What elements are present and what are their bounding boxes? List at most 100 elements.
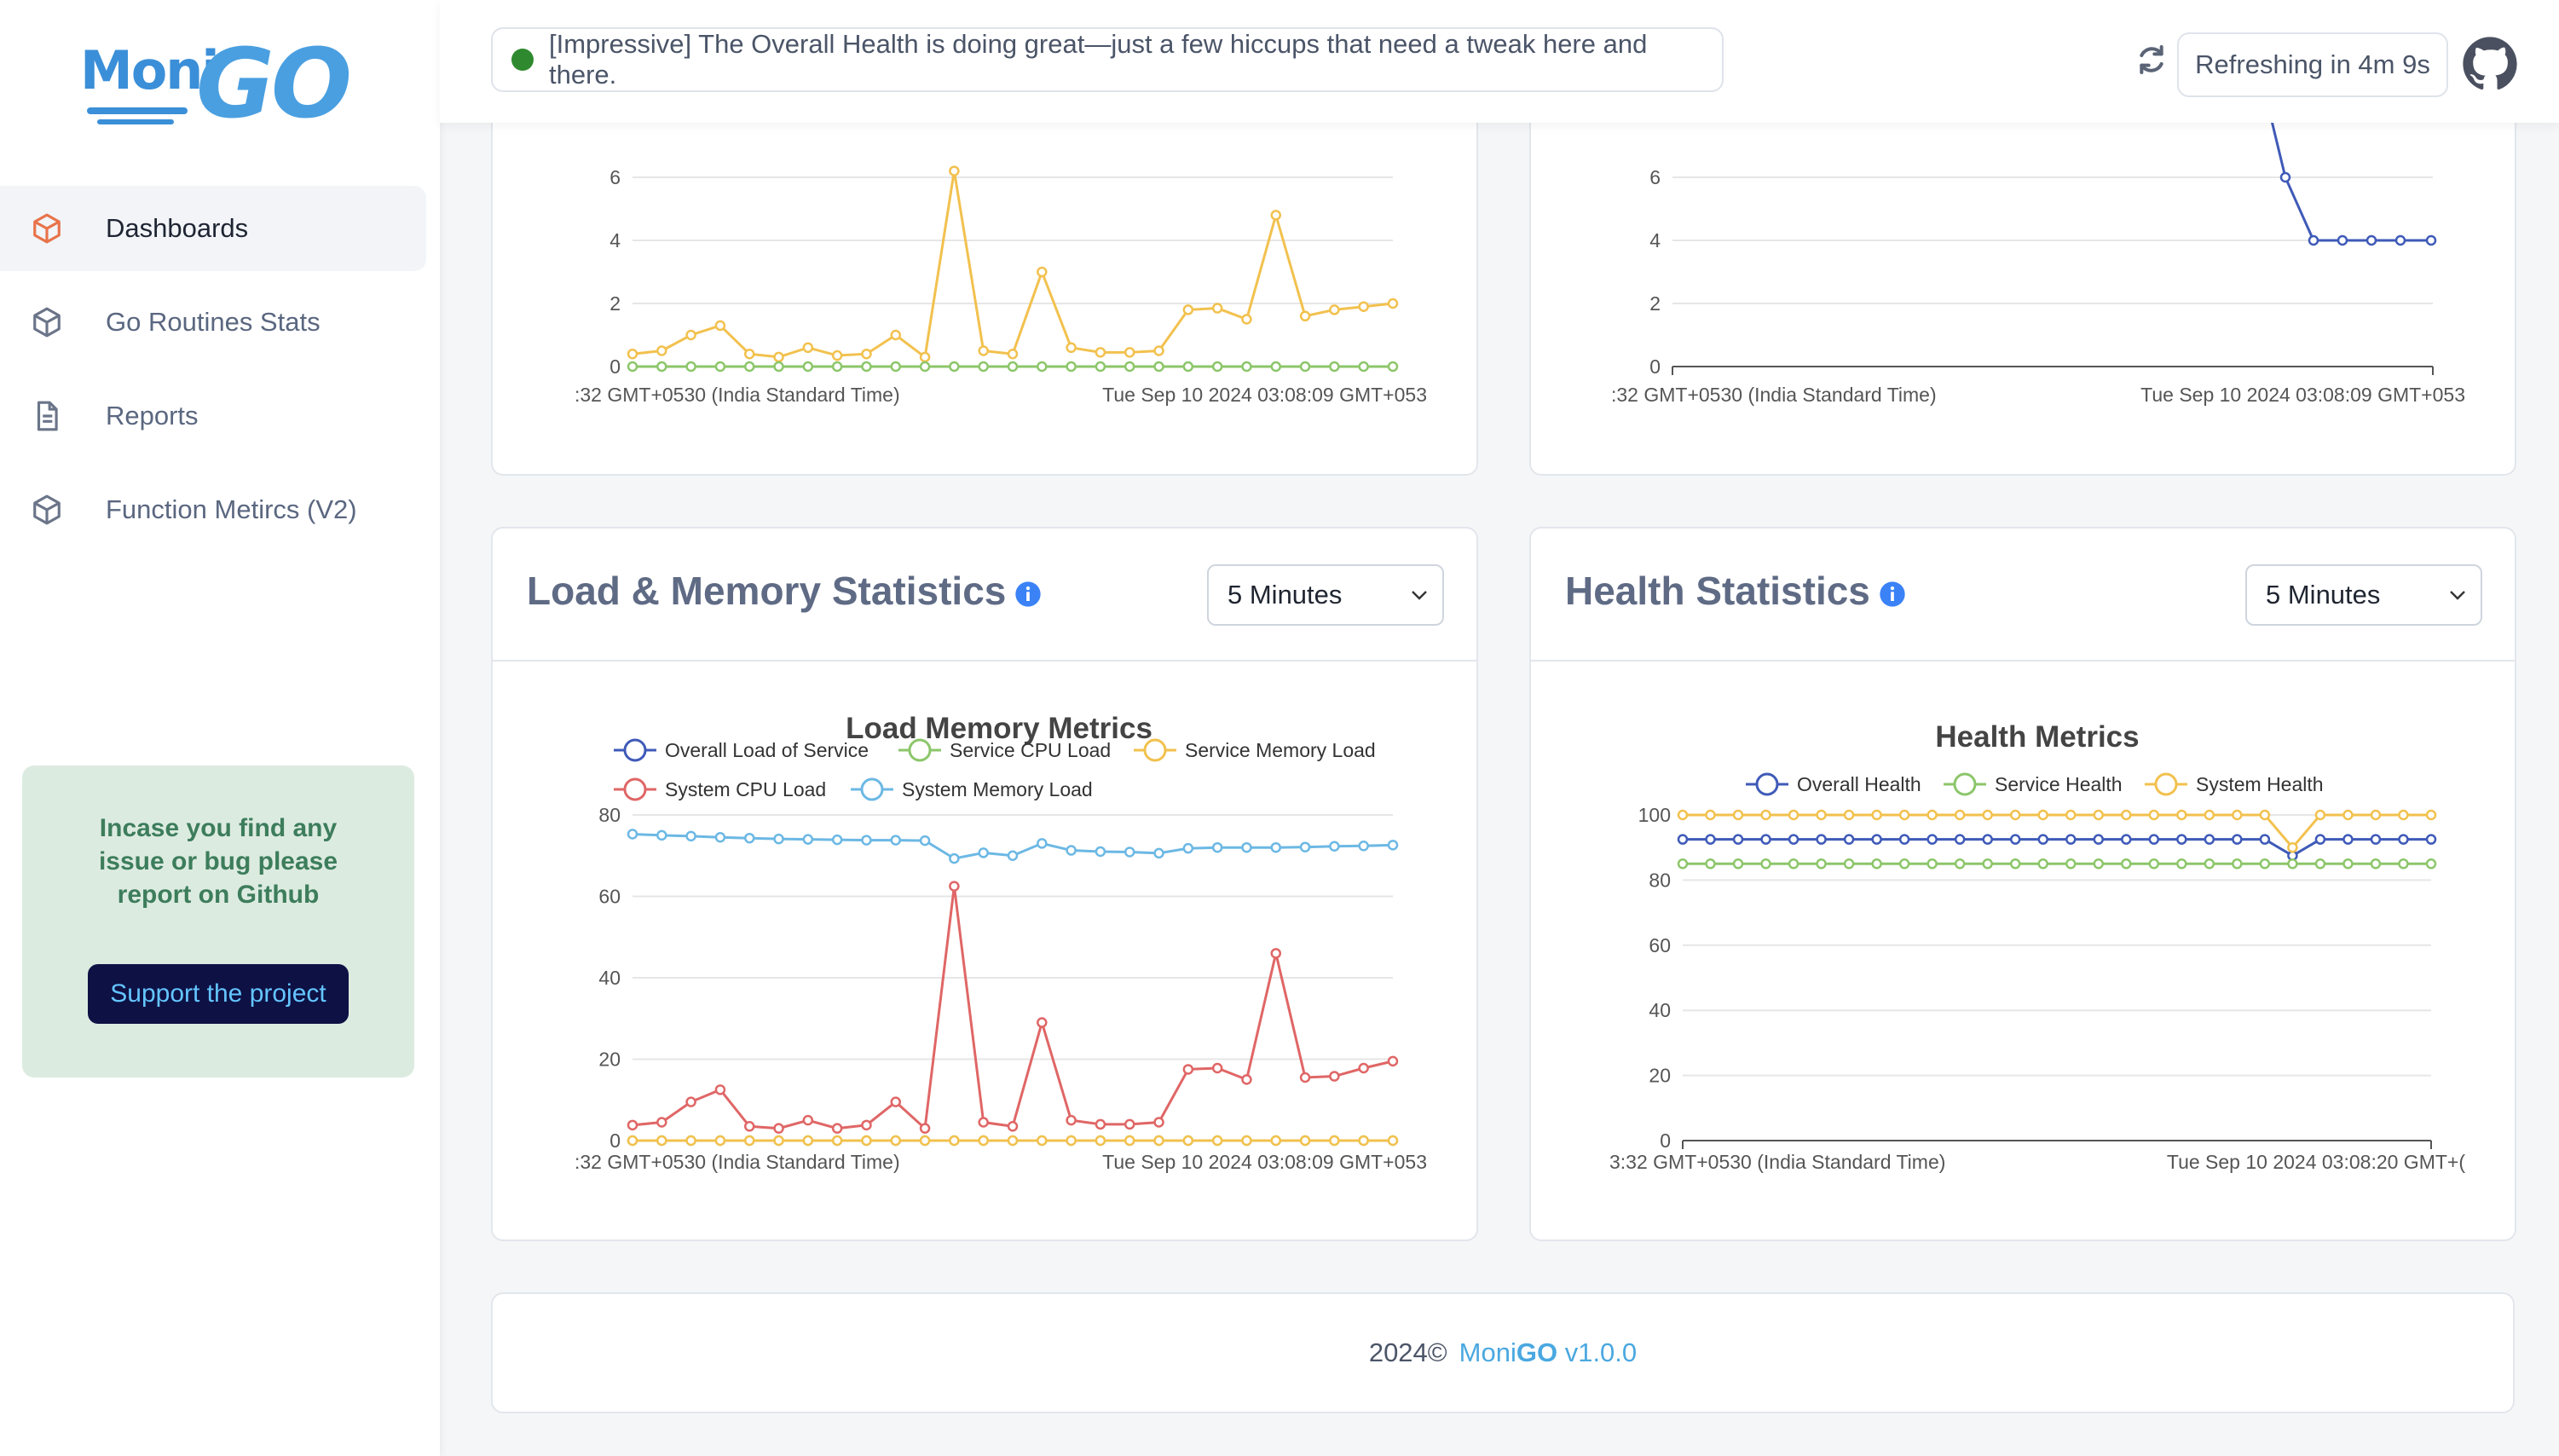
data-point xyxy=(1211,1062,1223,1074)
data-point xyxy=(2065,834,2077,845)
data-point xyxy=(1954,834,1966,845)
series-line xyxy=(2269,117,2431,242)
data-point xyxy=(831,350,843,361)
data-point xyxy=(714,1084,726,1095)
data-point xyxy=(2065,858,2077,870)
data-point xyxy=(1982,858,1993,870)
data-point xyxy=(1241,1135,1252,1147)
data-point xyxy=(2398,834,2409,845)
data-point xyxy=(1329,361,1340,373)
data-point xyxy=(685,361,696,373)
data-point xyxy=(1926,809,1938,821)
data-point xyxy=(627,829,638,840)
data-point xyxy=(890,1096,902,1107)
data-point xyxy=(1358,1062,1369,1074)
support-project-button[interactable]: Support the project xyxy=(88,964,349,1024)
data-point xyxy=(2093,858,2105,870)
y-tick-label: 4 xyxy=(1649,229,1661,251)
data-point xyxy=(890,361,902,373)
data-point xyxy=(685,830,696,842)
data-point xyxy=(2365,234,2377,246)
cube-icon xyxy=(33,213,61,244)
data-point xyxy=(949,361,960,373)
data-point xyxy=(1843,809,1855,821)
data-point xyxy=(2037,858,2048,870)
legend-label: Service Memory Load xyxy=(1185,739,1376,761)
data-point xyxy=(2037,834,2048,845)
data-point xyxy=(1066,361,1077,373)
data-point xyxy=(949,852,960,864)
data-point xyxy=(656,829,667,841)
data-point xyxy=(2370,834,2382,845)
data-point xyxy=(2121,809,2132,821)
y-tick-label: 100 xyxy=(1638,804,1671,826)
data-point xyxy=(773,1135,784,1147)
chart-title: Health Metrics xyxy=(1935,720,2139,754)
data-point xyxy=(1211,361,1223,373)
data-point xyxy=(1066,1114,1077,1126)
data-point xyxy=(949,881,960,892)
legend-label: System Health xyxy=(2196,773,2324,795)
health-status-banner: [Impressive] The Overall Health is doing… xyxy=(491,27,1724,92)
cube-icon xyxy=(33,307,61,338)
data-point xyxy=(2176,834,2187,845)
legend-label: System CPU Load xyxy=(665,778,826,800)
data-point xyxy=(890,329,902,341)
data-point xyxy=(1760,858,1771,870)
monigo-logo[interactable]: Moni GO xyxy=(80,29,352,140)
data-point xyxy=(656,1135,667,1147)
data-point xyxy=(1358,1135,1369,1147)
github-icon[interactable] xyxy=(2462,36,2518,92)
refresh-icon[interactable] xyxy=(2134,43,2169,77)
data-point xyxy=(1153,1135,1164,1147)
legend-marker xyxy=(1953,772,1977,796)
data-point xyxy=(2370,858,2382,870)
data-point xyxy=(2425,834,2437,845)
top-left-chart: 0246 :32 GMT+0530 (India Standard Time) … xyxy=(575,165,1427,406)
data-point xyxy=(1299,361,1311,373)
data-point xyxy=(627,348,638,360)
sidebar-item-go-routines-stats[interactable]: Go Routines Stats xyxy=(0,280,426,365)
data-point xyxy=(685,1135,696,1147)
data-point xyxy=(1816,809,1827,821)
top-header: [Impressive] The Overall Health is doing… xyxy=(440,0,2559,123)
data-point xyxy=(1211,841,1223,853)
data-point xyxy=(1007,1121,1019,1132)
load-memory-chart: Load Memory Metrics Overall Load of Serv… xyxy=(575,712,1427,1173)
sidebar-item-dashboards[interactable]: Dashboards xyxy=(0,186,426,271)
health-status-text: [Impressive] The Overall Health is doing… xyxy=(549,29,1648,90)
data-point xyxy=(1007,1135,1019,1147)
health-card: Health Statistics 5 Minutes Health Metri… xyxy=(1529,527,2516,1241)
sidebar-item-reports[interactable]: Reports xyxy=(0,373,426,459)
x-axis-start-label: :32 GMT+0530 (India Standard Time) xyxy=(1611,384,1937,406)
data-point xyxy=(2287,841,2298,853)
x-axis-start-label: :32 GMT+0530 (India Standard Time) xyxy=(575,384,900,406)
data-point xyxy=(1843,858,1855,870)
legend-marker xyxy=(908,738,932,762)
logo-go-text: GO xyxy=(196,29,352,140)
footer-brand-link[interactable]: MoniGO v1.0.0 xyxy=(1459,1338,1638,1368)
data-point xyxy=(919,835,931,846)
sidebar-item-function-metrics[interactable]: Function Metircs (V2) xyxy=(0,467,426,552)
top-right-chart: 0246 :32 GMT+0530 (India Standard Time) … xyxy=(1611,117,2465,406)
data-point xyxy=(1095,361,1106,373)
data-point xyxy=(1095,1118,1106,1130)
data-point xyxy=(861,1135,872,1147)
data-point xyxy=(831,834,843,846)
data-point xyxy=(978,1135,989,1147)
x-axis-end-label: Tue Sep 10 2024 03:08:09 GMT+053 xyxy=(1102,1151,1427,1173)
data-point xyxy=(2009,834,2021,845)
data-point xyxy=(1007,361,1019,373)
sidebar-item-label: Go Routines Stats xyxy=(106,307,321,337)
data-point xyxy=(2259,809,2271,821)
data-point xyxy=(861,835,872,846)
legend-marker xyxy=(860,777,884,801)
data-point xyxy=(1007,348,1019,360)
data-point xyxy=(1241,361,1252,373)
data-point xyxy=(1760,809,1771,821)
data-point xyxy=(1387,840,1399,851)
data-point xyxy=(2287,858,2298,870)
data-point xyxy=(1270,1135,1282,1147)
data-point xyxy=(1270,841,1282,853)
refresh-countdown[interactable]: Refreshing in 4m 9s xyxy=(2177,32,2448,97)
